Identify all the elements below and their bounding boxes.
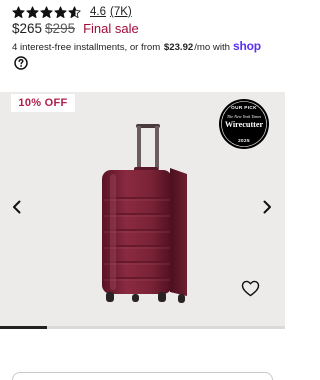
rating-value-link[interactable]: 4.6 [90,6,106,18]
award-brand: Wirecutter [225,120,264,129]
award-year: 2025 [238,138,250,143]
chevron-left-icon[interactable] [11,200,23,214]
star-icon [40,5,53,18]
product-image-gallery[interactable]: 10% OFF OUR PICK The New York Times Wire… [0,92,285,329]
installment-amount: $23.92 [163,42,194,53]
star-icon [54,5,67,18]
discount-badge: 10% OFF [11,94,75,112]
final-sale-label: Final sale [83,21,139,36]
review-count-link[interactable]: (7K) [110,6,132,18]
price-row: $265 $295 Final sale [12,21,139,37]
star-icon [68,5,81,18]
award-publisher: The New York Times [227,114,262,119]
star-icon [12,5,25,18]
installments-message[interactable]: 4 interest-free installments, or from $2… [12,39,261,53]
question-circle-icon[interactable] [14,56,28,70]
gallery-progress-track [0,326,285,329]
heart-outline-icon[interactable] [241,280,260,297]
installments-text: 4 interest-free installments, or from [12,42,161,53]
rating-row: 4.6 (7K) [12,4,132,20]
current-price: $265 [12,21,43,36]
next-section-card[interactable] [12,372,273,380]
gallery-progress-fill [0,326,48,329]
star-icon [26,5,39,18]
star-rating [12,5,82,19]
installments-suffix: /mo with [194,42,230,53]
award-top-text: OUR PICK [231,105,257,110]
shop-pay-logo: shop [232,39,261,53]
original-price: $295 [45,21,76,36]
product-image-suitcase [102,124,187,303]
wirecutter-award-badge: OUR PICK The New York Times Wirecutter 2… [219,99,269,149]
chevron-right-icon[interactable] [261,200,273,214]
